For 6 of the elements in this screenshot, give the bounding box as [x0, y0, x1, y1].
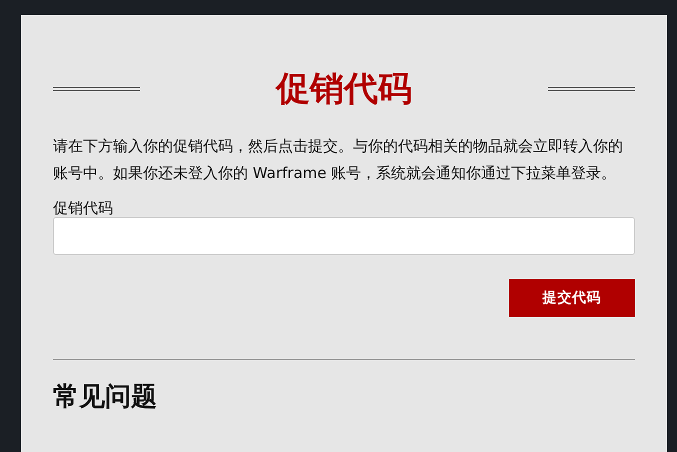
faq-heading: 常见问题	[53, 381, 158, 414]
submit-code-button[interactable]: 提交代码	[509, 279, 635, 317]
field-label: 促销代码	[53, 199, 114, 217]
promo-code-field[interactable]	[53, 217, 635, 255]
instructions-text: 请在下方输入你的促销代码，然后点击提交。与你的代码相关的物品就会立即转入你的账号中。如果你还未登入你的 Warframe 账号，系统就会通知你通过下拉菜单登录。	[53, 136, 624, 184]
page-title: 促销代码	[276, 68, 412, 111]
